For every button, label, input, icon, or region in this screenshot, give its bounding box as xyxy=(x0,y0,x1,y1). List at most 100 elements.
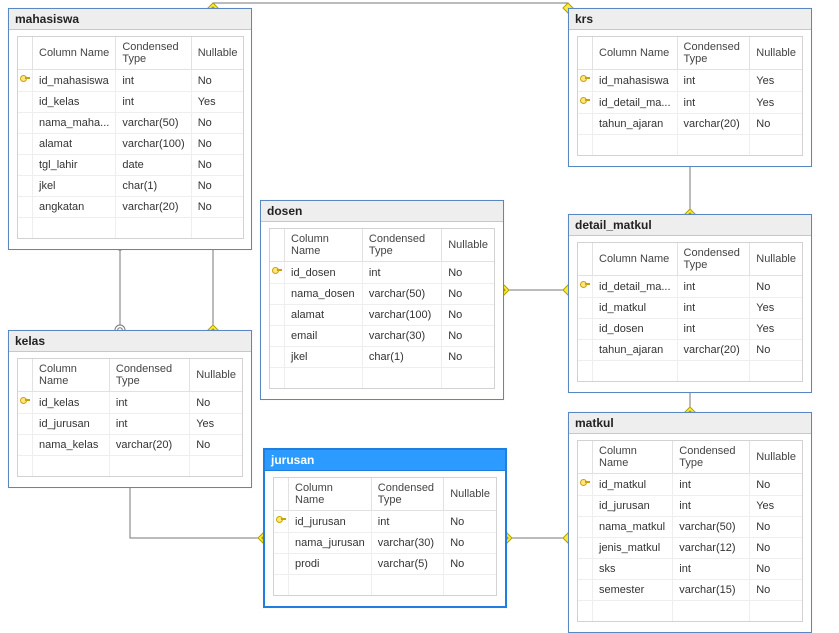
column-row[interactable]: nama_maha...varchar(50)No xyxy=(18,113,243,134)
column-nullable: No xyxy=(442,347,494,368)
column-nullable: Yes xyxy=(750,298,802,319)
column-type: varchar(100) xyxy=(116,134,191,155)
column-nullable: No xyxy=(192,113,244,134)
column-name: jenis_matkul xyxy=(593,538,673,559)
column-row[interactable]: nama_dosenvarchar(50)No xyxy=(270,284,494,305)
column-row[interactable]: nama_kelasvarchar(20)No xyxy=(18,435,242,456)
primary-key-icon xyxy=(20,74,30,84)
column-row[interactable]: prodivarchar(5)No xyxy=(274,554,496,575)
column-row[interactable]: id_jurusanintYes xyxy=(18,414,242,435)
column-nullable: No xyxy=(442,326,494,347)
entity-body: Column NameCondensed TypeNullableid_matk… xyxy=(569,434,811,632)
connector-mahasiswa-krs[interactable] xyxy=(213,3,568,8)
pk-cell xyxy=(578,319,593,340)
col-header-null: Nullable xyxy=(750,243,802,276)
column-row[interactable]: nama_matkulvarchar(50)No xyxy=(578,517,802,538)
pk-cell xyxy=(18,435,33,456)
column-row[interactable]: id_mahasiswaintYes xyxy=(578,70,802,92)
column-type: varchar(20) xyxy=(110,435,190,456)
column-row[interactable]: id_jurusanintYes xyxy=(578,496,802,517)
column-type: int xyxy=(678,70,751,92)
entity-dosen[interactable]: dosenColumn NameCondensed TypeNullableid… xyxy=(260,200,504,400)
column-row[interactable]: id_dosenintYes xyxy=(578,319,802,340)
column-name: id_kelas xyxy=(33,92,116,113)
column-type: varchar(30) xyxy=(372,533,444,554)
column-row[interactable]: jenis_matkulvarchar(12)No xyxy=(578,538,802,559)
entity-krs[interactable]: krs Column NameCondensed TypeNullableid_m… xyxy=(568,8,812,167)
column-name: jkel xyxy=(285,347,363,368)
empty-row xyxy=(274,575,496,595)
pk-cell xyxy=(578,496,593,517)
column-nullable: No xyxy=(750,276,802,298)
column-row[interactable]: semestervarchar(15)No xyxy=(578,580,802,601)
column-name: alamat xyxy=(33,134,116,155)
pk-cell xyxy=(274,511,289,533)
column-nullable: No xyxy=(442,284,494,305)
columns-table: Column NameCondensed TypeNullableid_deta… xyxy=(577,242,803,382)
column-row[interactable]: tahun_ajaranvarchar(20)No xyxy=(578,340,802,361)
column-type: varchar(100) xyxy=(363,305,442,326)
column-type: int xyxy=(678,319,751,340)
col-header-null: Nullable xyxy=(442,229,494,262)
column-row[interactable]: jkelchar(1)No xyxy=(270,347,494,368)
entity-mahasiswa[interactable]: mahasiswaColumn NameCondensed TypeNullab… xyxy=(8,8,252,250)
entity-title[interactable]: jurusan xyxy=(265,450,505,471)
column-type: int xyxy=(363,262,442,284)
entity-title[interactable]: krs xyxy=(569,9,811,30)
column-nullable: No xyxy=(750,538,802,559)
column-name: tahun_ajaran xyxy=(593,114,678,135)
column-row[interactable]: id_detail_ma...intNo xyxy=(578,276,802,298)
column-name: id_dosen xyxy=(285,262,363,284)
column-row[interactable]: sksintNo xyxy=(578,559,802,580)
column-name: id_matkul xyxy=(593,298,678,319)
column-row[interactable]: id_kelasintNo xyxy=(18,392,242,414)
column-nullable: No xyxy=(444,511,496,533)
column-row[interactable]: id_dosenintNo xyxy=(270,262,494,284)
entity-title[interactable]: dosen xyxy=(261,201,503,222)
column-type: varchar(12) xyxy=(673,538,750,559)
column-name: id_kelas xyxy=(33,392,110,414)
pk-cell xyxy=(18,392,33,414)
entity-matkul[interactable]: matkulColumn NameCondensed TypeNullablei… xyxy=(568,412,812,633)
diagram-canvas[interactable]: mahasiswa Column NameCondensed TypeNullab… xyxy=(0,0,839,597)
column-row[interactable]: id_matkulintYes xyxy=(578,298,802,319)
empty-row xyxy=(578,135,802,155)
column-row[interactable]: id_jurusanintNo xyxy=(274,511,496,533)
column-row[interactable]: alamatvarchar(100)No xyxy=(18,134,243,155)
primary-key-icon xyxy=(20,396,30,406)
column-name: id_detail_ma... xyxy=(593,92,678,114)
column-row[interactable]: id_kelasintYes xyxy=(18,92,243,113)
column-row[interactable]: id_matkulintNo xyxy=(578,474,802,496)
entity-body: Column NameCondensed TypeNullableid_maha… xyxy=(569,30,811,166)
column-name: nama_matkul xyxy=(593,517,673,538)
column-nullable: Yes xyxy=(750,319,802,340)
column-row[interactable]: id_mahasiswaintNo xyxy=(18,70,243,92)
column-row[interactable]: id_detail_ma...intYes xyxy=(578,92,802,114)
column-row[interactable]: alamatvarchar(100)No xyxy=(270,305,494,326)
column-name: alamat xyxy=(285,305,363,326)
column-name: semester xyxy=(593,580,673,601)
column-name: nama_maha... xyxy=(33,113,116,134)
entity-title[interactable]: detail_matkul xyxy=(569,215,811,236)
entity-title[interactable]: kelas xyxy=(9,331,251,352)
column-nullable: No xyxy=(750,114,802,135)
pk-cell xyxy=(578,340,593,361)
column-row[interactable]: tgl_lahirdateNo xyxy=(18,155,243,176)
column-row[interactable]: jkelchar(1)No xyxy=(18,176,243,197)
entity-title[interactable]: matkul xyxy=(569,413,811,434)
pk-cell xyxy=(18,155,33,176)
column-row[interactable]: nama_jurusanvarchar(30)No xyxy=(274,533,496,554)
col-header-col: Column Name xyxy=(289,478,372,511)
pk-cell xyxy=(578,517,593,538)
pk-cell xyxy=(270,326,285,347)
entity-jurusan[interactable]: jurusanColumn NameCondensed TypeNullable… xyxy=(263,448,507,608)
entity-detail_matkul[interactable]: detail_matkul Column NameCondensed TypeNu… xyxy=(568,214,812,393)
column-type: int xyxy=(678,276,751,298)
entity-kelas[interactable]: kelasColumn NameCondensed TypeNullableid… xyxy=(8,330,252,488)
column-row[interactable]: angkatanvarchar(20)No xyxy=(18,197,243,218)
entity-title[interactable]: mahasiswa xyxy=(9,9,251,30)
columns-table: Column NameCondensed TypeNullableid_maha… xyxy=(577,36,803,156)
column-row[interactable]: tahun_ajaranvarchar(20)No xyxy=(578,114,802,135)
column-row[interactable]: emailvarchar(30)No xyxy=(270,326,494,347)
col-header-col: Column Name xyxy=(33,359,110,392)
